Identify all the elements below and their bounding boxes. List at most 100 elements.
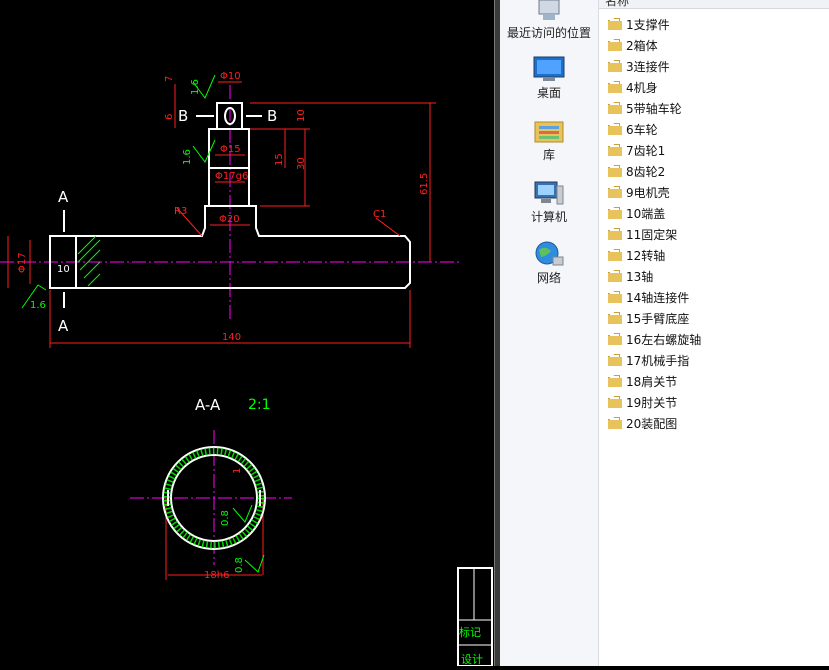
file-name: 14轴连接件 xyxy=(626,290,690,305)
file-list-item[interactable]: 3连接件 xyxy=(607,56,670,76)
dim-10-top: 10 xyxy=(296,109,307,122)
dim-r3: R3 xyxy=(174,206,187,217)
dim-15: 15 xyxy=(274,153,285,166)
file-name: 9电机壳 xyxy=(626,185,670,200)
file-list-item[interactable]: 2箱体 xyxy=(607,35,658,55)
folder-icon xyxy=(608,207,622,219)
file-list-item[interactable]: 5带轴车轮 xyxy=(607,98,682,118)
library-icon xyxy=(534,121,564,143)
dimension-lines xyxy=(7,81,436,580)
folder-icon xyxy=(608,375,622,387)
file-list-item[interactable]: 4机身 xyxy=(607,77,658,97)
file-list-item[interactable]: 1支撑件 xyxy=(607,14,670,34)
network-icon xyxy=(535,241,564,266)
file-list-item[interactable]: 10端盖 xyxy=(607,203,665,223)
folder-icon xyxy=(608,228,622,240)
rough-section-1: 0.8 xyxy=(220,510,231,526)
navigation-pane: 最近访问的位置 桌面 库 计算机 网络 xyxy=(500,0,599,666)
file-name: 20装配图 xyxy=(626,416,678,431)
dim-18h6: 18h6 xyxy=(204,570,229,581)
file-name: 5带轴车轮 xyxy=(626,101,682,116)
desktop-icon xyxy=(533,56,565,81)
nav-computer-label: 计算机 xyxy=(530,210,567,224)
dim-1: 1 xyxy=(232,468,243,474)
file-list-item[interactable]: 18肩关节 xyxy=(607,371,677,391)
nav-computer[interactable]: 计算机 xyxy=(500,180,598,225)
dim-phi17: Φ17 xyxy=(17,252,28,273)
marker-b-left: B xyxy=(178,107,188,125)
nav-desktop-label: 桌面 xyxy=(536,86,561,100)
title-block-label-1: 标记 xyxy=(459,625,481,639)
folder-icon xyxy=(608,270,622,282)
file-name: 4机身 xyxy=(626,80,658,95)
folder-icon xyxy=(608,333,622,345)
rough-left: 1.6 xyxy=(30,300,46,311)
dimension-texts: Φ10 Φ15 Φ17g6 Φ20 140 10 R3 C1 18h6 61.5… xyxy=(17,71,430,581)
dim-phi20: Φ20 xyxy=(219,214,240,225)
marker-a-top: A xyxy=(58,188,69,206)
file-list-item[interactable]: 16左右螺旋轴 xyxy=(607,329,701,349)
folder-icon xyxy=(608,60,622,72)
file-name: 12转轴 xyxy=(626,248,666,263)
nav-network-label: 网络 xyxy=(536,271,561,285)
file-name: 16左右螺旋轴 xyxy=(626,332,702,347)
file-name: 6车轮 xyxy=(626,122,658,137)
file-name: 15手臂底座 xyxy=(626,311,690,326)
recent-places-icon xyxy=(538,0,560,20)
marker-b-right: B xyxy=(267,107,277,125)
file-list-item[interactable]: 14轴连接件 xyxy=(607,287,689,307)
folder-icon xyxy=(608,144,622,156)
rough-boss: 1.6 xyxy=(182,149,193,165)
file-list-item[interactable]: 6车轮 xyxy=(607,119,658,139)
computer-icon xyxy=(534,181,564,205)
file-name: 19肘关节 xyxy=(626,395,678,410)
file-list-item[interactable]: 11固定架 xyxy=(607,224,677,244)
file-name: 17机械手指 xyxy=(626,353,690,368)
file-list-item[interactable]: 8齿轮2 xyxy=(607,161,665,181)
file-list-item[interactable]: 17机械手指 xyxy=(607,350,689,370)
nav-recent-places-label: 最近访问的位置 xyxy=(506,26,591,40)
folder-icon xyxy=(608,291,622,303)
file-list-item[interactable]: 20装配图 xyxy=(607,413,677,433)
title-block: 标记 设计 xyxy=(457,567,493,667)
file-name: 18肩关节 xyxy=(626,374,678,389)
dim-6: 6 xyxy=(164,114,175,120)
dim-phi17g6: Φ17g6 xyxy=(215,171,248,182)
file-name: 7齿轮1 xyxy=(626,143,666,158)
folder-icon xyxy=(608,417,622,429)
nav-recent-places[interactable]: 最近访问的位置 xyxy=(500,0,598,41)
file-name: 10端盖 xyxy=(626,206,666,221)
nav-library[interactable]: 库 xyxy=(500,118,598,163)
file-list-item[interactable]: 7齿轮1 xyxy=(607,140,665,160)
file-list-item[interactable]: 12转轴 xyxy=(607,245,665,265)
scale-label: 2:1 xyxy=(248,397,271,413)
file-list-item[interactable]: 19肘关节 xyxy=(607,392,677,412)
dim-61-5: 61.5 xyxy=(419,173,430,195)
folder-icon xyxy=(608,354,622,366)
marker-a-bottom: A xyxy=(58,317,69,335)
left-end-hatching xyxy=(77,235,101,287)
folder-icon xyxy=(608,249,622,261)
title-block-label-2: 设计 xyxy=(461,653,483,666)
nav-network[interactable]: 网络 xyxy=(500,241,598,286)
rough-top: 1.6 xyxy=(190,79,201,95)
folder-icon xyxy=(608,39,622,51)
column-header-name[interactable]: 名称 xyxy=(599,0,829,9)
dim-phi10: Φ10 xyxy=(220,71,241,82)
file-list-item[interactable]: 9电机壳 xyxy=(607,182,670,202)
dim-140: 140 xyxy=(222,332,241,343)
part-drawing: A A B B A-A 2:1 Φ10 Φ15 Φ17g6 Φ20 140 10… xyxy=(0,71,493,667)
file-name: 3连接件 xyxy=(626,59,670,74)
rough-section-2: 0.8 xyxy=(234,557,245,573)
file-list-item[interactable]: 15手臂底座 xyxy=(607,308,689,328)
file-list-item[interactable]: 13轴 xyxy=(607,266,653,286)
column-header-name-label: 名称 xyxy=(605,0,630,8)
file-name: 11固定架 xyxy=(626,227,678,242)
cad-drawing-canvas[interactable]: A A B B A-A 2:1 Φ10 Φ15 Φ17g6 Φ20 140 10… xyxy=(0,0,494,667)
folder-icon xyxy=(608,312,622,324)
nav-desktop[interactable]: 桌面 xyxy=(500,56,598,101)
dim-10-bore: 10 xyxy=(57,264,70,275)
folder-icon xyxy=(608,165,622,177)
folder-icon xyxy=(608,186,622,198)
file-name: 2箱体 xyxy=(626,38,658,53)
